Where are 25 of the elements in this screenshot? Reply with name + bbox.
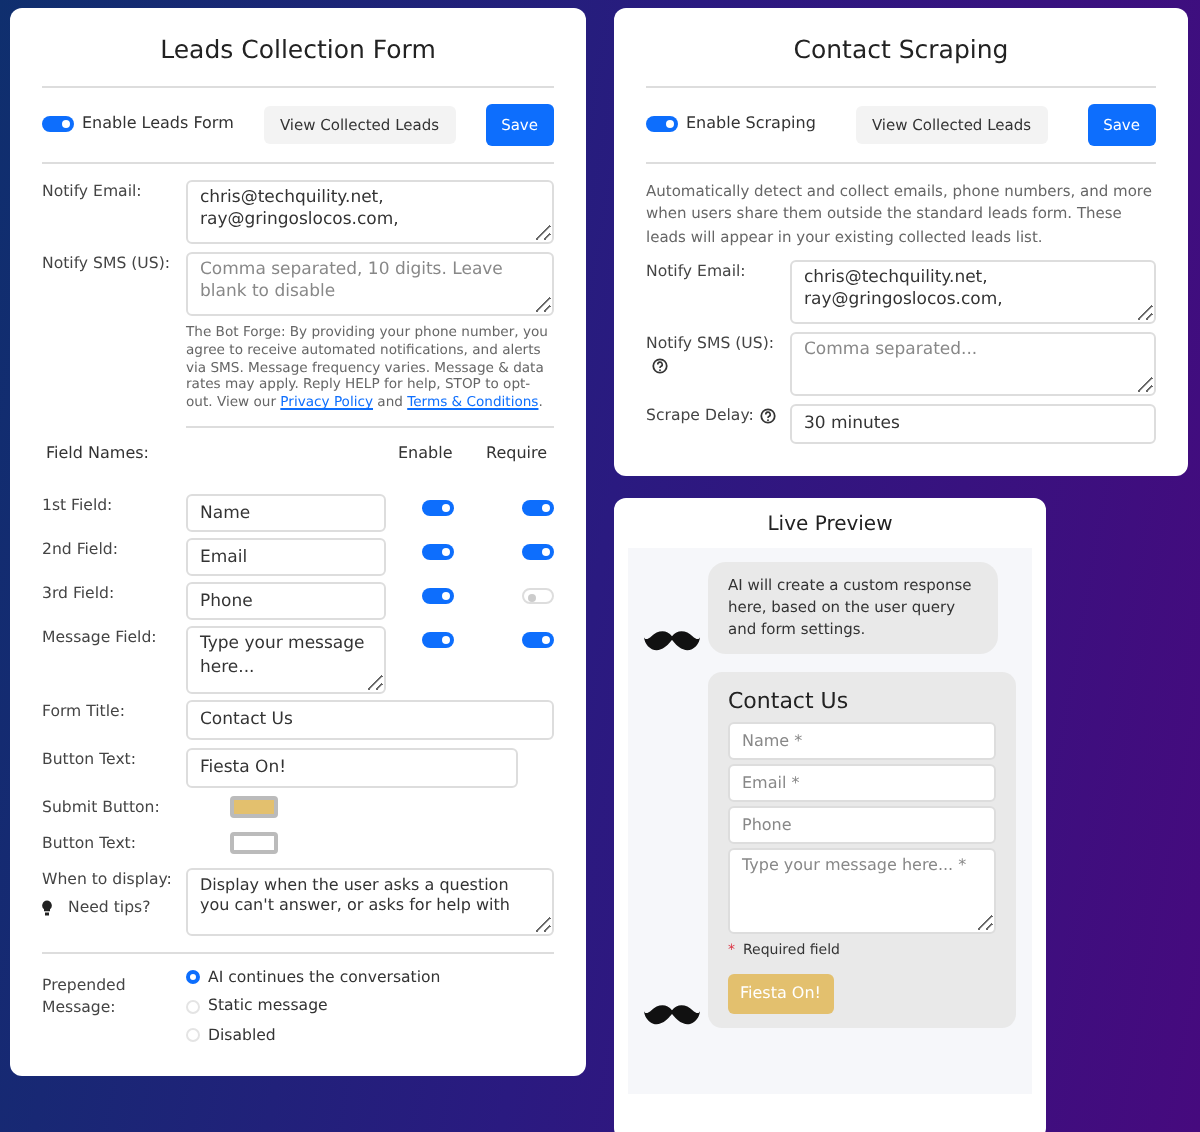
text-area[interactable]: Display when the user asks a question you can't answer, or asks for help with: [186, 867, 554, 936]
form-title: Contact Us: [728, 685, 851, 717]
text-area[interactable]: Type your message here...: [186, 626, 386, 695]
input-field[interactable]: Fiesta On!: [186, 748, 518, 789]
column-header: Require: [486, 442, 548, 467]
input-field[interactable]: Contact Us: [186, 700, 554, 741]
text-area[interactable]: Comma separated, 10 digits. Leave blank to disable: [186, 252, 554, 316]
column-header: Enable: [398, 442, 455, 467]
input-field[interactable]: Email *: [728, 764, 996, 802]
panel-title: Contact Scraping: [646, 32, 1156, 88]
text-area[interactable]: Comma separated...: [790, 331, 1156, 396]
column-header: Field Names:: [44, 442, 151, 467]
toggle-label: Enable Scraping: [686, 112, 816, 137]
text-area[interactable]: chris@techquility.net, ray@gringoslocos.com,: [790, 259, 1156, 324]
input-field[interactable]: Phone: [728, 806, 996, 844]
panel-title: Live Preview: [765, 511, 895, 540]
input-field[interactable]: Phone: [186, 582, 386, 621]
panel-title: Leads Collection Form: [42, 32, 554, 88]
input-field[interactable]: Email: [186, 538, 386, 577]
toggle-label: Enable Leads Form: [82, 112, 234, 137]
text-area[interactable]: chris@techquility.net, ray@gringoslocos.com,: [186, 180, 554, 244]
text-area[interactable]: Type your message here... *: [728, 848, 996, 934]
input-field[interactable]: 30 minutes: [790, 403, 1156, 444]
input-field[interactable]: Name: [186, 494, 386, 533]
input-field[interactable]: Name *: [728, 722, 996, 760]
